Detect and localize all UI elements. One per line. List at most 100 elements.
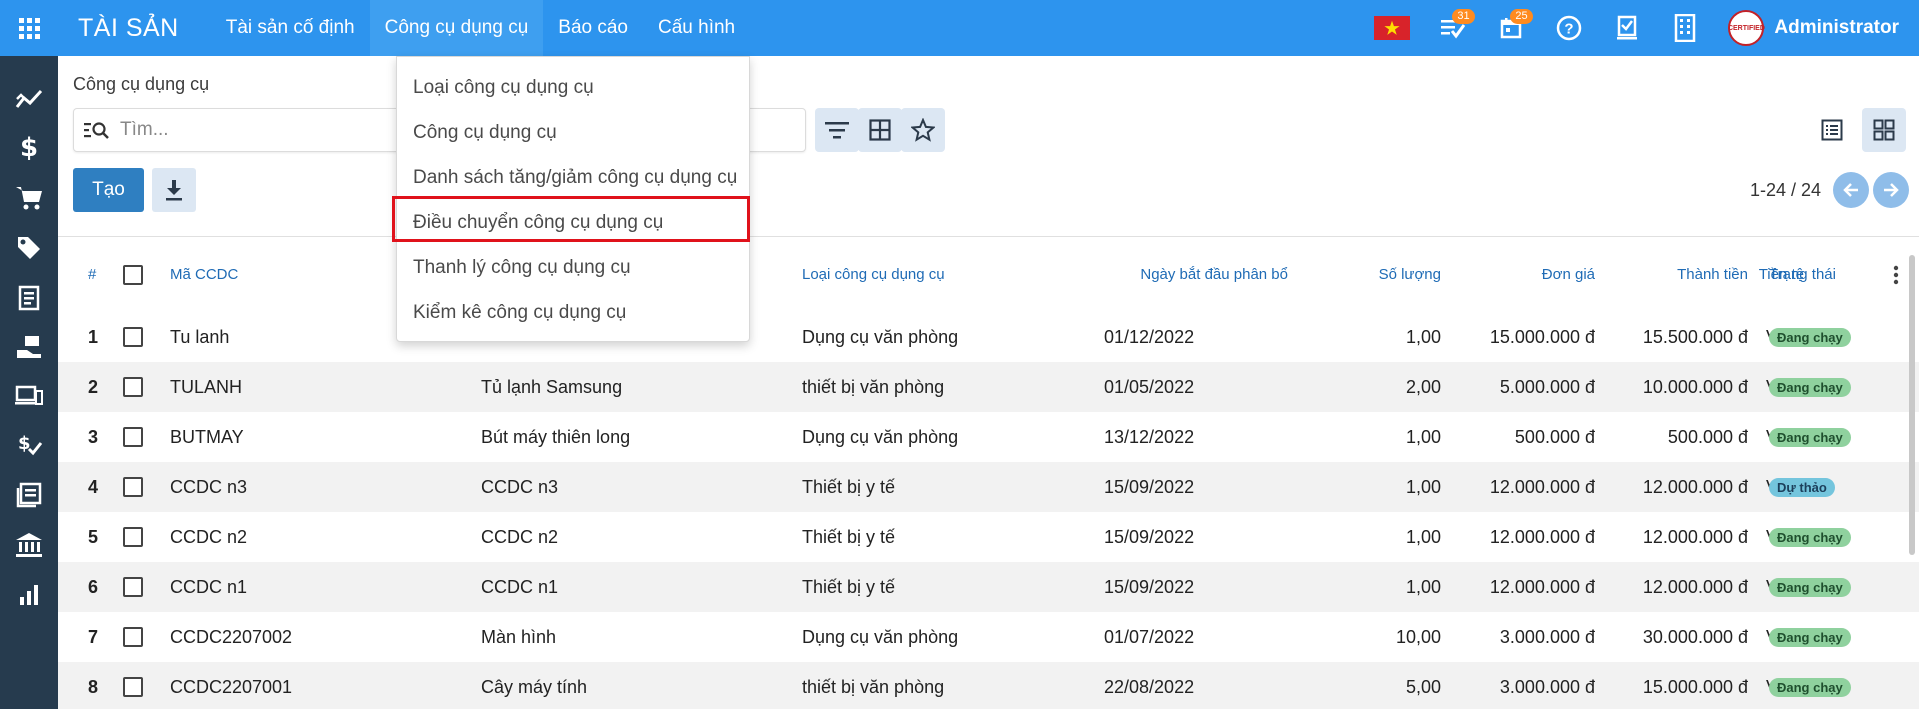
row-quantity: 1,00 (1405, 326, 1441, 347)
column-options-icon[interactable] (1893, 237, 1899, 312)
data-table: # Mã CCDC Loại công cụ dụng cụ Ngày bắt … (58, 237, 1919, 709)
status-badge: Dự thảo (1769, 477, 1835, 497)
status-badge: Đang chạy (1769, 427, 1851, 447)
apps-menu-icon[interactable] (0, 0, 58, 56)
grid-icon (869, 119, 891, 141)
row-start-date: 01/12/2022 (1104, 326, 1195, 347)
ledger-icon[interactable] (14, 480, 44, 510)
menu-item-increase-decrease-list[interactable]: Danh sách tăng/giảm công cụ dụng cụ (413, 167, 737, 189)
row-start-date: 15/09/2022 (1104, 476, 1195, 497)
row-status-cell: Đang chạy (1769, 612, 1851, 662)
col-unit-price[interactable]: Đơn giá (1441, 237, 1595, 312)
row-checkbox[interactable] (123, 562, 143, 612)
status-badge: Đang chạy (1769, 377, 1851, 397)
col-quantity[interactable]: Số lượng (1288, 237, 1441, 312)
select-all-checkbox[interactable] (123, 237, 143, 312)
company-building-icon[interactable] (1670, 13, 1700, 43)
calendar-icon[interactable]: 25 (1496, 9, 1533, 43)
row-checkbox[interactable] (123, 662, 143, 709)
download-button[interactable] (152, 168, 196, 212)
table-row[interactable]: 1 Tu lanh Dụng cụ văn phòng 01/12/2022 1,00 1… (58, 312, 1919, 362)
hand-coins-icon[interactable] (14, 332, 44, 362)
row-checkbox[interactable] (123, 312, 143, 362)
row-quantity: 1,00 (1405, 576, 1441, 597)
row-status-cell: Dự thảo (1769, 462, 1835, 512)
favorites-button[interactable] (901, 108, 945, 152)
receipt-icon[interactable] (14, 283, 44, 313)
nav-fixed-assets[interactable]: Tài sản cố định (211, 0, 370, 56)
row-status-cell: Đang chạy (1769, 362, 1851, 412)
nav-config[interactable]: Cấu hình (643, 0, 750, 56)
row-code: CCDC n3 (170, 476, 248, 497)
row-type: Thiết bị y tế (802, 576, 896, 597)
user-name[interactable]: Administrator (1774, 17, 1899, 39)
filter-button[interactable] (815, 108, 859, 152)
row-unit-price: 15.000.000 đ (1489, 326, 1595, 347)
menu-item-tool-types[interactable]: Loại công cụ dụng cụ (413, 77, 594, 99)
tag-icon[interactable] (14, 233, 44, 263)
row-code: CCDC2207001 (170, 676, 293, 697)
trend-icon[interactable] (14, 84, 44, 114)
row-unit-price: 12.000.000 đ (1489, 476, 1595, 497)
approval-icon[interactable] (1612, 13, 1642, 43)
menu-item-tools[interactable]: Công cụ dụng cụ (413, 122, 557, 144)
nav-reports[interactable]: Báo cáo (543, 0, 643, 56)
pager-value[interactable]: 1-24 / 24 (1750, 180, 1821, 201)
row-checkbox[interactable] (123, 412, 143, 462)
col-status[interactable]: Trạng thái (1769, 237, 1836, 312)
row-name: CCDC n2 (481, 526, 559, 547)
row-quantity: 1,00 (1405, 526, 1441, 547)
money-check-icon[interactable]: $ (14, 430, 44, 460)
row-type: Dụng cụ văn phòng (802, 426, 959, 447)
kanban-view-button[interactable] (1862, 108, 1906, 152)
col-start-date[interactable]: Ngày bắt đầu phân bổ (998, 237, 1288, 312)
table-header: # Mã CCDC Loại công cụ dụng cụ Ngày bắt … (58, 237, 1919, 312)
next-page-button[interactable] (1873, 172, 1909, 208)
cart-icon[interactable] (14, 183, 44, 213)
row-number: 1 (88, 326, 99, 347)
star-icon (911, 118, 935, 142)
dollar-icon[interactable]: $ (14, 133, 44, 163)
bar-chart-icon[interactable] (14, 580, 44, 610)
row-checkbox[interactable] (123, 362, 143, 412)
list-view-button[interactable] (1810, 108, 1854, 152)
help-icon[interactable]: ? (1554, 13, 1584, 43)
control-panel: Công cụ dụng cụ Tạo 1-24 / 24 (58, 56, 1919, 237)
group-by-button[interactable] (858, 108, 902, 152)
row-start-date: 01/05/2022 (1104, 376, 1195, 397)
row-quantity: 1,00 (1405, 476, 1441, 497)
avatar[interactable]: CERTIFIED (1728, 10, 1765, 46)
table-row[interactable]: 5 CCDC n2 CCDC n2 Thiết bị y tế 15/09/2022 1,… (58, 512, 1919, 562)
col-code[interactable]: Mã CCDC (170, 237, 238, 312)
activities-icon[interactable]: 31 (1438, 9, 1475, 43)
row-unit-price: 12.000.000 đ (1489, 576, 1595, 597)
table-row[interactable]: 2 TULANH Tủ lạnh Samsung thiết bị văn phòng… (58, 362, 1919, 412)
row-checkbox[interactable] (123, 512, 143, 562)
table-row[interactable]: 3 BUTMAY Bút máy thiên long Dụng cụ văn phò… (58, 412, 1919, 462)
table-row[interactable]: 7 CCDC2207002 Màn hình Dụng cụ văn phòng 01/… (58, 612, 1919, 662)
prev-page-button[interactable] (1833, 172, 1869, 208)
row-type: Thiết bị y tế (802, 526, 896, 547)
devices-icon[interactable] (14, 381, 44, 411)
col-type[interactable]: Loại công cụ dụng cụ (802, 237, 945, 312)
main-nav: Tài sản cố định Công cụ dụng cụ Báo cáo … (211, 0, 750, 56)
row-quantity: 2,00 (1405, 376, 1441, 397)
row-status-cell: Đang chạy (1769, 412, 1851, 462)
vietnam-flag-icon[interactable] (1374, 16, 1411, 40)
row-name: Bút máy thiên long (481, 426, 631, 447)
menu-item-liquidation[interactable]: Thanh lý công cụ dụng cụ (413, 257, 631, 279)
menu-item-inventory-check[interactable]: Kiểm kê công cụ dụng cụ (413, 302, 626, 324)
table-scrollbar[interactable] (1909, 255, 1915, 555)
table-row[interactable]: 8 CCDC2207001 Cây máy tính thiết bị văn phò… (58, 662, 1919, 709)
row-status-cell: Đang chạy (1769, 662, 1851, 709)
row-code: CCDC n1 (170, 576, 248, 597)
nav-tools[interactable]: Công cụ dụng cụ (369, 0, 544, 56)
row-status-cell: Đang chạy (1769, 312, 1851, 362)
status-badge: Đang chạy (1769, 327, 1851, 347)
row-checkbox[interactable] (123, 462, 143, 512)
bank-icon[interactable] (14, 530, 44, 560)
table-row[interactable]: 4 CCDC n3 CCDC n3 Thiết bị y tế 15/09/2022 1,… (58, 462, 1919, 512)
table-row[interactable]: 6 CCDC n1 CCDC n1 Thiết bị y tế 15/09/2022 1,… (58, 562, 1919, 612)
row-checkbox[interactable] (123, 612, 143, 662)
create-button[interactable]: Tạo (73, 168, 144, 212)
